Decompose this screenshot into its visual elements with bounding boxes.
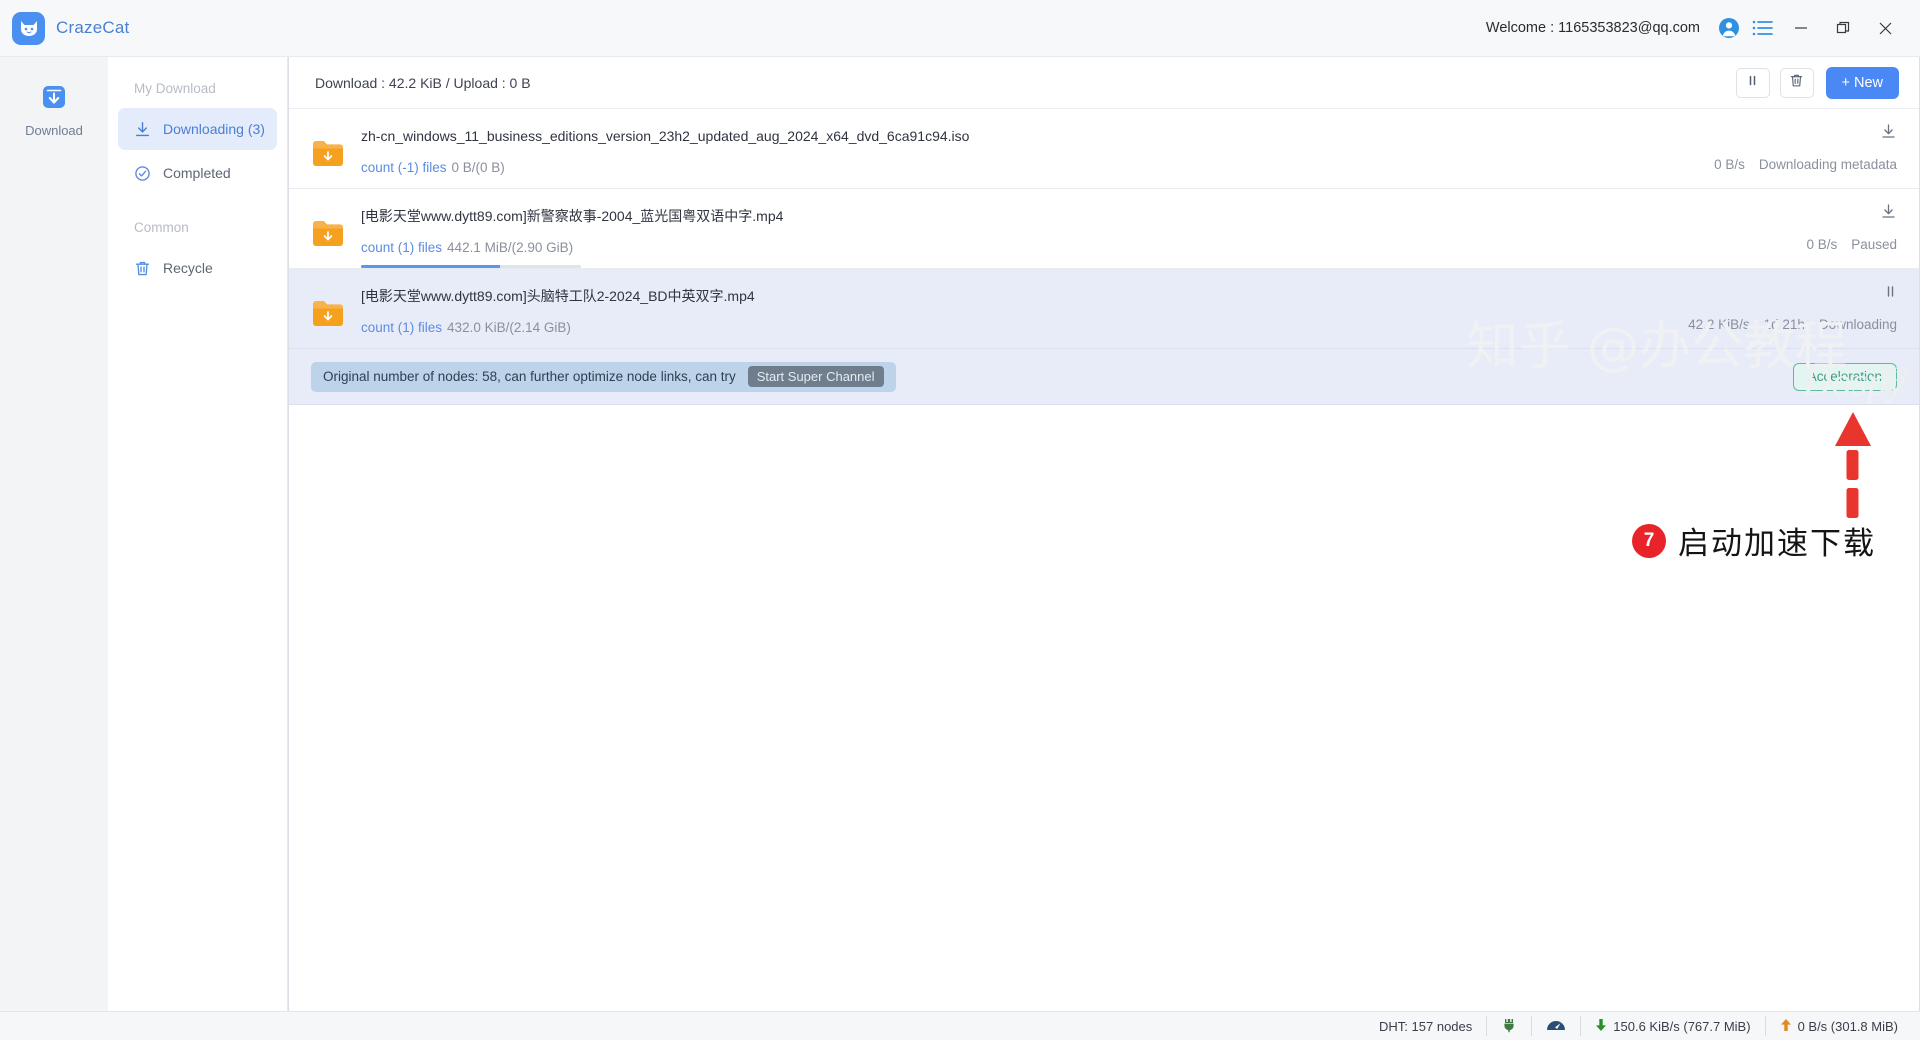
crazecat-window: CrazeCat Welcome : 1165353823@qq.com: [0, 0, 1920, 1040]
table-row[interactable]: [电影天堂www.dytt89.com]新警察故事-2004_蓝光国粤双语中字.…: [289, 189, 1919, 269]
task-sizes: 0 B/(0 B): [452, 160, 505, 175]
task-info: [电影天堂www.dytt89.com]头脑特工队2-2024_BD中英双字.m…: [361, 282, 1629, 336]
folder-download-icon: [311, 298, 345, 328]
pause-all-button[interactable]: [1736, 68, 1770, 98]
task-file-count: count (1) files: [361, 320, 442, 335]
restore-icon[interactable]: [1822, 9, 1864, 47]
task-toolbar: Download : 42.2 KiB / Upload : 0 B: [289, 57, 1919, 109]
sidebar: My Download Downloading (3) Completed: [108, 57, 288, 1011]
left-rail: Download: [0, 57, 108, 1011]
new-task-label: New: [1854, 75, 1883, 91]
traffic-summary: Download : 42.2 KiB / Upload : 0 B: [315, 75, 531, 91]
task-resume-button[interactable]: [1880, 125, 1897, 143]
watermark-zhihu: 知乎 @办公教程: [1466, 304, 1847, 379]
task-status: 0 B/s Paused: [1806, 237, 1897, 252]
speedometer-icon: [1546, 1018, 1566, 1035]
sidebar-group-my-download: My Download: [108, 75, 287, 106]
sidebar-item-completed[interactable]: Completed: [118, 152, 277, 194]
task-state: Downloading metadata: [1759, 157, 1897, 172]
task-right: 0 B/s Paused: [1647, 205, 1897, 252]
node-banner-message: Original number of nodes: 58, can furthe…: [323, 369, 736, 384]
task-title: [电影天堂www.dytt89.com]新警察故事-2004_蓝光国粤双语中字.…: [361, 206, 1629, 226]
sidebar-item-label: Downloading (3): [163, 121, 265, 137]
plug-icon: [1501, 1017, 1517, 1036]
task-subline: count (-1) files 0 B/(0 B): [361, 160, 1629, 176]
welcome-label: Welcome : 1165353823@qq.com: [1486, 20, 1700, 36]
start-super-channel-button[interactable]: Start Super Channel: [748, 366, 884, 387]
plus-icon: +: [1842, 75, 1850, 91]
task-speed: 0 B/s: [1806, 237, 1837, 252]
plug-status[interactable]: [1487, 1016, 1532, 1036]
sidebar-item-downloading[interactable]: Downloading (3): [118, 108, 277, 150]
task-right: 0 B/s Downloading metadata: [1647, 125, 1897, 172]
speed-limit-status[interactable]: [1532, 1016, 1581, 1036]
task-progress-bar: [361, 265, 581, 268]
download-speed-label: 150.6 KiB/s (767.7 MiB): [1613, 1019, 1750, 1034]
main-inner: Download : 42.2 KiB / Upload : 0 B: [289, 57, 1919, 1011]
status-bar: DHT: 157 nodes: [0, 1011, 1920, 1040]
up-arrow-icon: [1780, 1018, 1792, 1035]
task-file-count: count (1) files: [361, 240, 442, 255]
sidebar-item-label: Completed: [163, 165, 231, 181]
task-info: [电影天堂www.dytt89.com]新警察故事-2004_蓝光国粤双语中字.…: [361, 202, 1629, 256]
task-progress-fill: [361, 265, 500, 268]
trash-icon: [1789, 73, 1804, 93]
task-title: [电影天堂www.dytt89.com]头脑特工队2-2024_BD中英双字.m…: [361, 286, 1629, 306]
close-icon[interactable]: [1864, 9, 1906, 47]
task-state: Paused: [1851, 237, 1897, 252]
download-speed-status: 150.6 KiB/s (767.7 MiB): [1581, 1016, 1765, 1036]
list-menu-icon[interactable]: [1746, 11, 1780, 45]
task-pause-button[interactable]: [1884, 285, 1897, 303]
check-circle-icon: [132, 165, 152, 182]
table-row[interactable]: zh-cn_windows_11_business_editions_versi…: [289, 109, 1919, 189]
rail-item-download[interactable]: Download: [11, 75, 97, 146]
watermark-nuoya-line1: 诺亚: [1879, 367, 1911, 384]
task-subline: count (1) files 442.1 MiB/(2.90 GiB): [361, 240, 1629, 256]
task-status: 0 B/s Downloading metadata: [1714, 157, 1897, 172]
sidebar-gap: [108, 196, 287, 214]
task-info: zh-cn_windows_11_business_editions_versi…: [361, 122, 1629, 176]
task-title: zh-cn_windows_11_business_editions_versi…: [361, 126, 1629, 146]
app-title: CrazeCat: [56, 18, 129, 38]
task-subline: count (1) files 432.0 KiB/(2.14 GiB): [361, 320, 1629, 336]
user-avatar-icon[interactable]: [1712, 11, 1746, 45]
cat-face-icon: [12, 12, 45, 45]
download-arrow-icon: [1880, 203, 1897, 225]
upload-speed-status: 0 B/s (301.8 MiB): [1766, 1016, 1904, 1036]
task-sizes: 432.0 KiB/(2.14 GiB): [447, 320, 571, 335]
watermark-nuoya-line2: 方舟: [1879, 384, 1911, 401]
upload-speed-label: 0 B/s (301.8 MiB): [1798, 1019, 1898, 1034]
task-file-count: count (-1) files: [361, 160, 447, 175]
download-arrow-icon: [1880, 123, 1897, 145]
task-sizes: 442.1 MiB/(2.90 GiB): [447, 240, 573, 255]
task-resume-button[interactable]: [1880, 205, 1897, 223]
rail-item-label: Download: [25, 123, 83, 138]
pause-icon: [1746, 74, 1759, 92]
download-icon: [132, 121, 152, 138]
body: Download My Download Downloading (3): [0, 57, 1920, 1011]
brand: CrazeCat: [12, 12, 129, 45]
task-speed: 0 B/s: [1714, 157, 1745, 172]
node-optimize-banner: Original number of nodes: 58, can furthe…: [311, 362, 896, 392]
folder-download-icon: [311, 138, 345, 168]
sidebar-item-recycle[interactable]: Recycle: [118, 247, 277, 289]
delete-button[interactable]: [1780, 68, 1814, 98]
trash-icon: [132, 260, 152, 277]
main-panel: Download : 42.2 KiB / Upload : 0 B: [288, 57, 1920, 1011]
sidebar-group-common: Common: [108, 214, 287, 245]
dht-status: DHT: 157 nodes: [1365, 1016, 1487, 1036]
dht-label: DHT: 157 nodes: [1379, 1019, 1472, 1034]
minimize-icon[interactable]: [1780, 9, 1822, 47]
folder-download-icon: [311, 218, 345, 248]
sidebar-item-label: Recycle: [163, 260, 213, 276]
new-task-button[interactable]: + New: [1826, 67, 1899, 99]
title-bar: CrazeCat Welcome : 1165353823@qq.com: [0, 0, 1920, 57]
down-arrow-icon: [1595, 1018, 1607, 1035]
watermark-nuoya: 诺亚 方舟: [1879, 367, 1911, 401]
download-box-icon: [38, 81, 70, 118]
task-list: zh-cn_windows_11_business_editions_versi…: [289, 109, 1919, 1011]
pause-icon: [1884, 284, 1897, 304]
